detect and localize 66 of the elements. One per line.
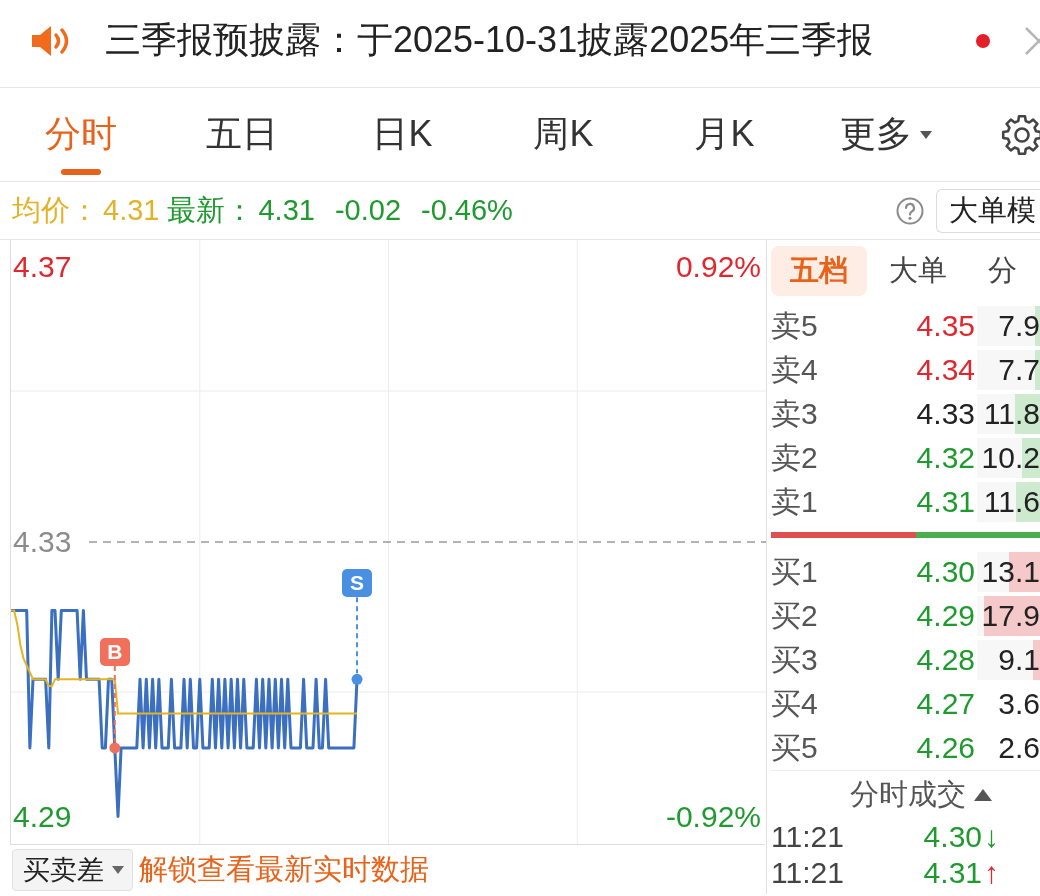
order-level-label: 卖2 — [771, 439, 819, 476]
caret-down-icon — [919, 130, 932, 139]
trades-toggle-button[interactable]: 分时成交 — [845, 775, 996, 815]
chart-tab[interactable]: 月K — [644, 88, 805, 181]
order-price: 4.32 — [915, 441, 975, 475]
help-icon[interactable] — [896, 196, 924, 225]
settings-icon[interactable] — [1000, 112, 1040, 157]
order-price: 4.29 — [915, 599, 975, 633]
order-price: 4.27 — [915, 687, 975, 721]
order-volume: 17.9 — [981, 598, 1040, 634]
trade-direction-arrow: ↓ — [984, 820, 999, 853]
spread-dropdown[interactable]: 买卖差 — [12, 848, 133, 891]
order-price: 4.34 — [915, 353, 975, 387]
axis-price-label: 4.29 — [13, 799, 72, 834]
mode-button[interactable]: 大单模 — [936, 188, 1040, 233]
average-price-value: 4.31 — [103, 194, 160, 227]
order-volume: 2.6 — [998, 730, 1040, 766]
chart-tab[interactable]: 更多 — [805, 88, 966, 181]
trade-price: 4.30 — [923, 820, 982, 853]
trade-price: 4.31 — [923, 856, 982, 889]
order-level-label: 卖5 — [771, 307, 819, 344]
order-price: 4.33 — [915, 397, 975, 431]
order-level-label: 买3 — [771, 641, 819, 678]
order-price: 4.31 — [915, 485, 975, 519]
order-volume: 13.1 — [981, 554, 1040, 590]
order-price: 4.28 — [915, 643, 975, 677]
order-volume: 11.6 — [983, 484, 1040, 520]
order-volume: 3.6 — [998, 686, 1040, 722]
latest-price-value: 4.31 — [258, 194, 315, 227]
notice-text[interactable]: 三季报预披露：于2025-10-31披露2025年三季报 — [105, 16, 874, 65]
caret-down-icon — [112, 865, 124, 874]
order-price: 4.30 — [915, 555, 975, 589]
axis-price-label: 4.37 — [13, 250, 72, 285]
trade-time: 11:21 — [771, 856, 845, 890]
trade-point-icon — [351, 673, 363, 685]
order-level-label: 卖3 — [771, 395, 819, 432]
order-level-label: 买4 — [771, 685, 819, 722]
caret-up-icon — [973, 789, 992, 801]
order-volume: 10.2 — [981, 440, 1040, 476]
order-volume: 11.8 — [983, 396, 1040, 432]
order-level-label: 卖1 — [771, 483, 819, 520]
order-level-label: 买1 — [771, 553, 819, 590]
chart-tab[interactable]: 五日 — [161, 88, 322, 181]
latest-price-label: 最新： — [167, 192, 255, 228]
trade-point-icon — [109, 742, 121, 754]
order-book-tab[interactable]: 大单 — [870, 246, 966, 296]
close-icon[interactable] — [1024, 26, 1040, 55]
order-volume: 7.7 — [998, 352, 1040, 388]
axis-percent-label: -0.92% — [665, 799, 761, 834]
price-change-percent: -0.46% — [421, 194, 513, 227]
order-level-label: 买2 — [771, 597, 819, 634]
axis-price-label: 4.33 — [13, 525, 72, 559]
order-book-tab[interactable]: 分 — [969, 246, 1036, 296]
chart-tab[interactable]: 周K — [483, 88, 644, 181]
order-volume: 7.9 — [998, 308, 1040, 344]
order-price: 4.35 — [915, 309, 975, 343]
trade-time: 11:21 — [771, 820, 845, 854]
order-volume: 9.1 — [998, 642, 1040, 678]
axis-percent-label: 0.92% — [675, 250, 761, 285]
order-level-label: 买5 — [771, 729, 819, 766]
order-level-label: 卖4 — [771, 351, 819, 388]
price-change: -0.02 — [334, 194, 401, 227]
order-price: 4.26 — [915, 731, 975, 765]
average-price-label: 均价： — [12, 192, 99, 228]
trade-direction-arrow: ↑ — [984, 856, 999, 889]
chart-tab[interactable]: 日K — [322, 88, 483, 181]
